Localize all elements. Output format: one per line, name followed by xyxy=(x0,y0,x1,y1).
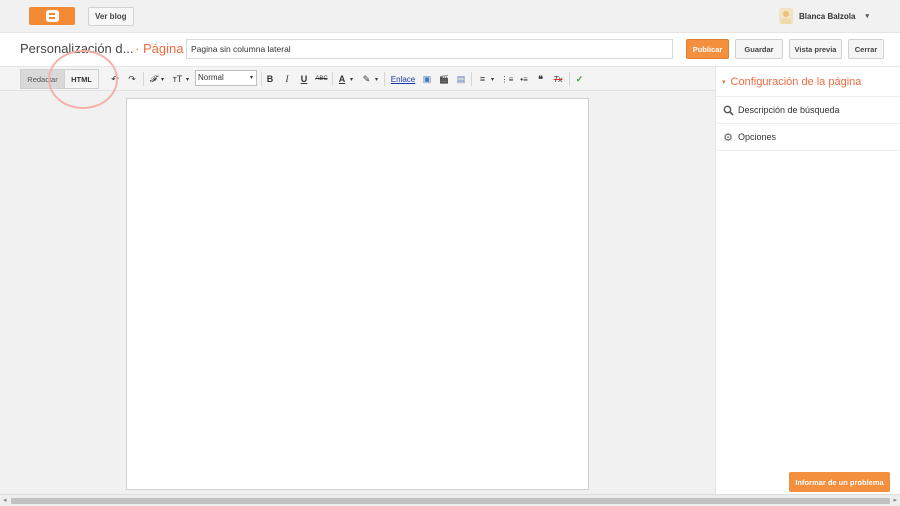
jump-break-icon[interactable]: ▤ xyxy=(455,72,467,86)
page-settings-panel: ▾ Configuración de la página Descripción… xyxy=(715,67,900,494)
chevron-down-icon[interactable]: ▾ xyxy=(489,72,496,86)
tab-html[interactable]: HTML xyxy=(64,69,99,89)
avatar xyxy=(779,8,793,24)
underline-icon[interactable]: U xyxy=(299,72,309,86)
chevron-down-icon[interactable]: ▾ xyxy=(373,72,380,86)
title-row: Personalización d... · Página Publicar G… xyxy=(0,33,900,67)
close-button[interactable]: Cerrar xyxy=(848,39,884,59)
redo-icon[interactable]: ↷ xyxy=(127,72,137,86)
font-size-icon[interactable]: тT xyxy=(172,72,183,86)
bullet-list-icon[interactable]: •≡ xyxy=(518,72,530,86)
editor-area xyxy=(0,91,715,494)
blogger-home-button[interactable] xyxy=(29,7,75,25)
user-name: Blanca Balzola xyxy=(799,11,856,21)
text-color-icon[interactable]: A xyxy=(337,72,347,86)
toolbar-divider xyxy=(384,72,385,86)
bold-icon[interactable]: B xyxy=(265,72,275,86)
insert-link-button[interactable]: Enlace xyxy=(390,72,416,86)
sidebar-item-search-description[interactable]: Descripción de búsqueda xyxy=(716,97,900,124)
quote-icon[interactable]: ❝ xyxy=(535,72,546,86)
page-settings-header[interactable]: ▾ Configuración de la página xyxy=(716,67,900,97)
search-icon xyxy=(722,104,734,116)
font-family-icon[interactable]: 𝓕 xyxy=(148,72,158,86)
sidebar-item-options[interactable]: ⚙ Opciones xyxy=(716,124,900,151)
undo-icon[interactable]: ↶ xyxy=(110,72,120,86)
toolbar-divider xyxy=(332,72,333,86)
tab-compose[interactable]: Redactar xyxy=(20,69,65,89)
save-button[interactable]: Guardar xyxy=(735,39,783,59)
numbered-list-icon[interactable]: ⋮≡ xyxy=(501,72,514,86)
report-problem-button[interactable]: Informar de un problema xyxy=(789,472,890,492)
clear-format-icon[interactable]: Tx xyxy=(552,72,564,86)
horizontal-scrollbar[interactable]: ◂ ▸ xyxy=(0,494,900,506)
toolbar-divider xyxy=(143,72,144,86)
blog-name[interactable]: Personalización d... xyxy=(20,41,133,56)
format-select[interactable]: Normal ▾ xyxy=(195,70,257,86)
video-icon[interactable]: 🎬 xyxy=(438,72,450,86)
format-select-value: Normal xyxy=(198,73,224,82)
page-settings-title: Configuración de la página xyxy=(730,75,862,88)
chevron-down-icon: ▾ xyxy=(722,78,726,86)
chevron-down-icon[interactable]: ▾ xyxy=(184,72,191,86)
blogger-logo-icon xyxy=(45,10,59,22)
chevron-down-icon[interactable]: ▾ xyxy=(348,72,355,86)
page-type-label: · Página xyxy=(135,41,184,56)
strikethrough-icon[interactable]: ABC xyxy=(315,72,328,86)
chevron-down-icon[interactable]: ▾ xyxy=(159,72,166,86)
sidebar-item-label: Descripción de búsqueda xyxy=(738,105,840,115)
scroll-left-icon[interactable]: ◂ xyxy=(3,496,7,504)
preview-button[interactable]: Vista previa xyxy=(789,39,842,59)
top-bar: Ver blog Blanca Balzola ▾ xyxy=(0,0,900,33)
page-title-input[interactable] xyxy=(186,39,673,59)
scrollbar-thumb[interactable] xyxy=(11,498,890,504)
editor-toolbar: Redactar HTML ↶ ↷ 𝓕 ▾ тT ▾ Normal ▾ B I … xyxy=(0,67,715,91)
user-menu[interactable]: Blanca Balzola ▾ xyxy=(779,7,869,25)
sidebar-item-label: Opciones xyxy=(738,132,777,142)
view-blog-button[interactable]: Ver blog xyxy=(88,7,134,26)
gear-icon: ⚙ xyxy=(723,131,733,144)
chevron-down-icon: ▾ xyxy=(249,75,253,81)
toolbar-divider xyxy=(261,72,262,86)
align-icon[interactable]: ≡ xyxy=(477,72,488,86)
editor-body[interactable] xyxy=(126,98,589,490)
toolbar-divider xyxy=(569,72,570,86)
scroll-right-icon[interactable]: ▸ xyxy=(893,496,897,504)
publish-button[interactable]: Publicar xyxy=(686,39,729,59)
chevron-down-icon: ▾ xyxy=(865,13,869,20)
image-icon[interactable]: ▣ xyxy=(421,72,433,86)
highlight-icon[interactable]: ✎ xyxy=(361,72,372,86)
toolbar-divider xyxy=(471,72,472,86)
spellcheck-icon[interactable]: ✓ xyxy=(574,72,585,86)
italic-icon[interactable]: I xyxy=(282,72,292,86)
